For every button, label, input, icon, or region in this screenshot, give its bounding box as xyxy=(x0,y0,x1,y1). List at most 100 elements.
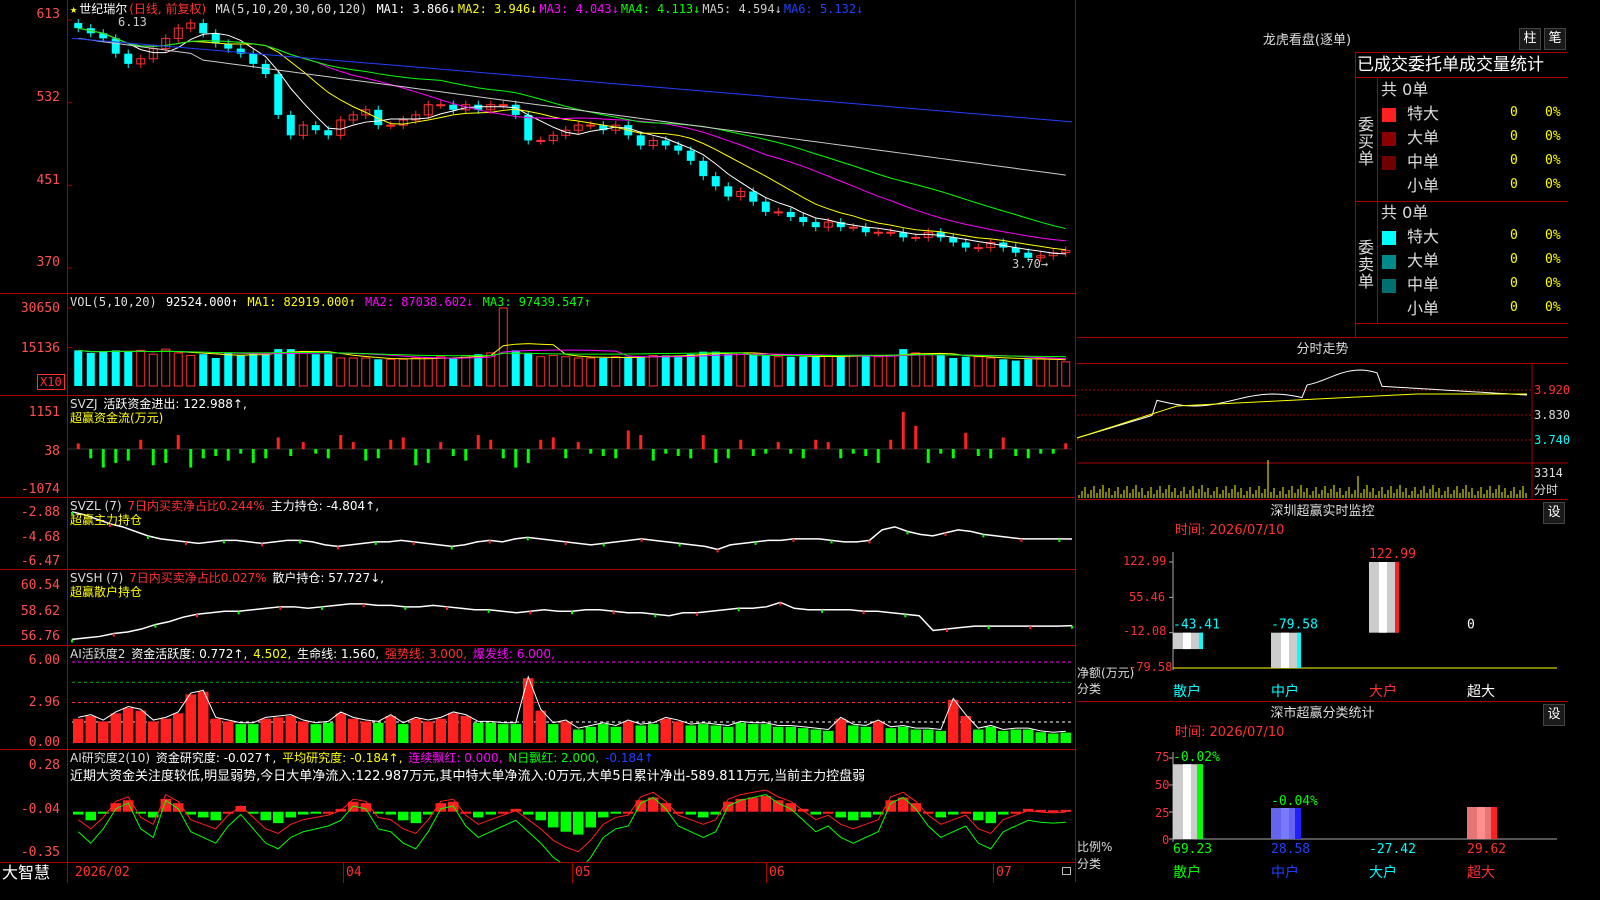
flow-bar xyxy=(801,449,805,459)
bar-view-tab[interactable]: 柱 xyxy=(1519,28,1541,50)
pen-view-tab[interactable]: 笔 xyxy=(1544,28,1566,50)
flow-bar xyxy=(676,449,680,456)
activity-bar xyxy=(673,721,684,743)
activity-bar xyxy=(410,718,421,743)
research-bar xyxy=(585,811,596,828)
candle-body xyxy=(249,53,258,64)
activity-bar xyxy=(910,729,921,743)
holding-tick xyxy=(779,602,782,606)
activity-bar xyxy=(73,718,84,743)
favorite-star-icon[interactable]: ★ xyxy=(70,2,77,16)
flow-bar xyxy=(1026,449,1030,459)
holding-line xyxy=(71,601,1073,641)
intraday-panel[interactable]: 分时走势 3.920 3.830 3.740 3314 分时 xyxy=(1077,338,1571,500)
research-bar xyxy=(923,811,934,814)
ma-line-5 xyxy=(78,37,1066,176)
holding-tick xyxy=(1058,538,1061,542)
flow-bar xyxy=(926,449,930,463)
ai1-label: AI活跃度2 xyxy=(70,647,126,661)
intraday-y-label: 3.830 xyxy=(1534,408,1571,422)
vol-value: 92524.000↑ xyxy=(165,295,239,309)
stock-terminal: ★ 世纪瑞尔 (日线, 前复权) MA(5,10,20,30,60,120) MA1… xyxy=(0,0,1571,883)
category-label: 散户 xyxy=(1173,683,1201,700)
order-count: 0 xyxy=(1510,300,1518,315)
flow-bar xyxy=(551,437,555,450)
volume-chart[interactable] xyxy=(0,294,1076,396)
main-kline-pane[interactable]: ★ 世纪瑞尔 (日线, 前复权) MA(5,10,20,30,60,120) MA1… xyxy=(0,0,1076,294)
svsh-pane[interactable]: SVSH (7) 7日内买卖净占比0.027% 散户持仓: 57.727↓, 超… xyxy=(0,570,1076,646)
ai-activity-pane[interactable]: AI活跃度2 资金活跃度: 0.772↑, 4.502, 生命线: 1.560,… xyxy=(0,646,1076,750)
holding-tick xyxy=(1020,538,1023,542)
holding-tick xyxy=(982,534,985,538)
period-label[interactable]: (日线, 前复权) xyxy=(129,2,206,16)
flow-bar xyxy=(976,449,980,456)
holding-tick xyxy=(237,611,240,615)
activity-bar xyxy=(560,721,571,743)
volume-bar xyxy=(961,356,970,386)
research-bar xyxy=(623,811,634,814)
holding-tick xyxy=(612,611,615,615)
holding-tick xyxy=(1029,626,1032,630)
candle-body xyxy=(436,104,446,107)
volume-bar xyxy=(836,356,845,386)
avg-price-line xyxy=(1077,393,1527,439)
flow-bar xyxy=(251,449,255,463)
activity-bar xyxy=(760,724,771,743)
candle-body xyxy=(799,216,808,223)
activity-bar xyxy=(798,728,809,743)
volume-bar xyxy=(711,351,720,386)
lock-icon[interactable] xyxy=(1062,867,1071,875)
activity-bar xyxy=(360,721,371,743)
volume-bar xyxy=(411,357,421,387)
stats-bar-chart: -0.02% 69.23 散户 -0.04% 28.58 中户 -27.42 大户 29.62 超… xyxy=(1169,750,1557,881)
candle-body xyxy=(211,33,220,44)
volume-bar xyxy=(823,354,833,387)
order-count: 0 xyxy=(1510,153,1518,168)
x-tick: 2026/02 xyxy=(75,865,130,880)
ai-research-chart[interactable] xyxy=(0,750,1076,862)
flow-bar xyxy=(139,439,143,450)
research-bar xyxy=(298,811,309,815)
svzj-pane[interactable]: SVZJ 活跃资金进出: 122.988↑, 超赢资金流(万元) 1151 38… xyxy=(0,396,1076,498)
svzl-pane[interactable]: SVZL (7) 7日内买卖净占比0.244% 主力持仓: -4.804↑, 超… xyxy=(0,498,1076,570)
activity-bar xyxy=(723,726,734,743)
volume-pane[interactable]: VOL(5,10,20) 92524.000↑ MA1: 82919.000↑ … xyxy=(0,294,1076,396)
flow-bar xyxy=(964,432,968,450)
y-label: 451 xyxy=(36,173,60,188)
activity-bar xyxy=(335,713,346,743)
legend-swatch xyxy=(1382,108,1396,122)
unit-badge: X10 xyxy=(37,374,65,390)
research-bar xyxy=(73,811,84,815)
candle-body xyxy=(961,242,970,248)
kline-chart[interactable] xyxy=(0,0,1076,294)
ai1-c: 生命线: 1.560, xyxy=(297,647,380,661)
candle-body xyxy=(724,186,733,197)
y-label: -6.47 xyxy=(20,554,60,569)
ai-activity-chart[interactable] xyxy=(0,646,1076,750)
flow-bar xyxy=(276,437,280,450)
research-bar xyxy=(1060,809,1071,812)
activity-bar xyxy=(323,722,334,743)
flow-bar xyxy=(1051,449,1055,454)
volume-bar xyxy=(261,354,270,386)
volume-bar xyxy=(86,352,95,386)
activity-bar xyxy=(1010,729,1021,743)
ai1-d: 强势线: 3.000, xyxy=(385,647,468,661)
order-count: 0 xyxy=(1510,228,1518,243)
category-label: 中户 xyxy=(1271,683,1299,700)
activity-bar xyxy=(248,724,259,743)
activity-bar xyxy=(848,725,859,743)
intraday-chart[interactable] xyxy=(1077,338,1568,500)
order-pct: 0% xyxy=(1545,228,1561,243)
flow-bar xyxy=(714,449,718,463)
ai-research-pane[interactable]: AI研究度2(10) 资金研究度: -0.027↑, 平均研究度: -0.184… xyxy=(0,750,1076,862)
ma-1-value: MA1: 3.866↓ xyxy=(376,2,456,16)
volume-bar xyxy=(811,356,820,386)
flow-bar xyxy=(226,449,230,461)
order-size-label: 小单 xyxy=(1407,299,1440,318)
bar-highlight xyxy=(1183,764,1191,839)
volume-bar xyxy=(973,356,983,387)
order-pct: 0% xyxy=(1545,252,1561,267)
volume-bar xyxy=(586,357,596,387)
holding-tick xyxy=(374,541,377,545)
